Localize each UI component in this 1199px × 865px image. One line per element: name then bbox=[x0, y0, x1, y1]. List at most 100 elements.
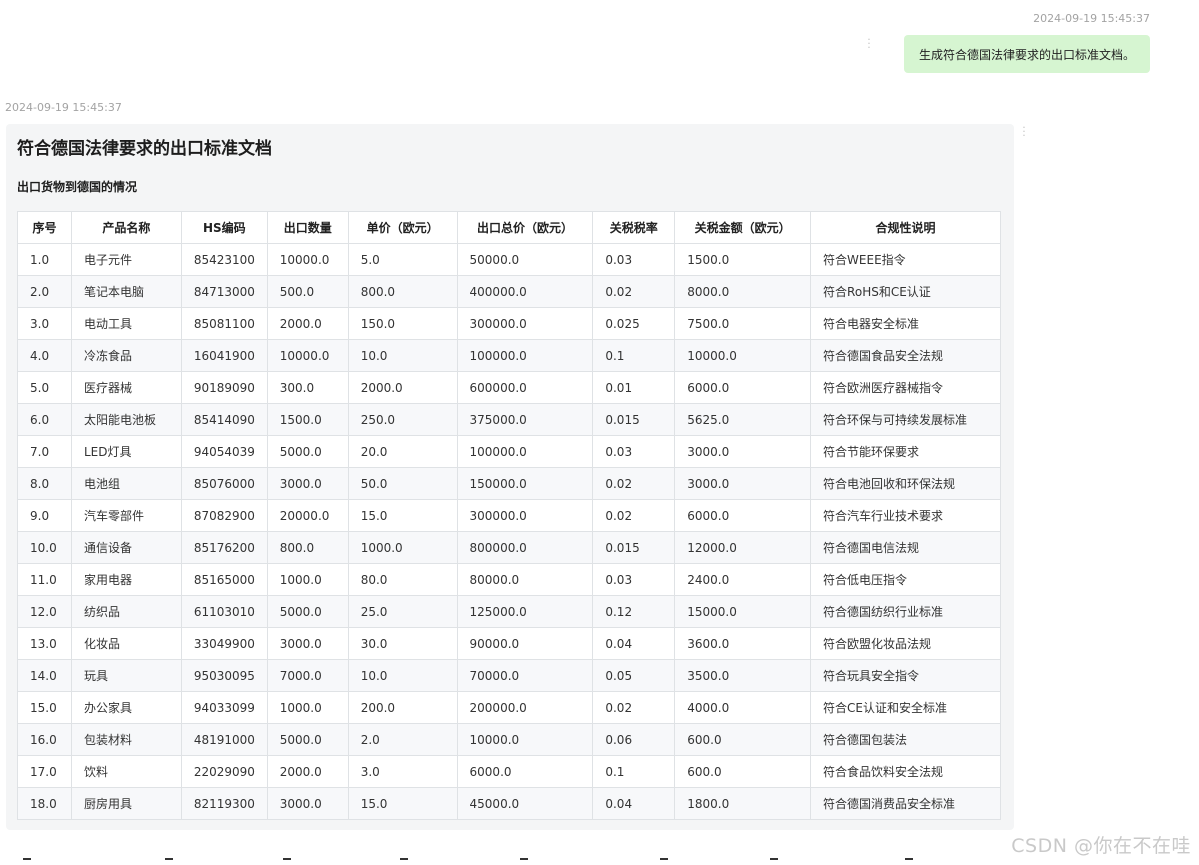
table-row: 4.0 冷冻食品 16041900 10000.0 10.0 100000.0 0.1 100… bbox=[17, 339, 1001, 372]
table-cell: 符合RoHS和CE认证 bbox=[810, 275, 1001, 308]
table-cell: 办公家具 bbox=[70, 691, 182, 724]
table-cell: 17.0 bbox=[17, 755, 72, 788]
bot-message-card: 符合德国法律要求的出口标准文档 出口货物到德国的情况 序号 产品名称 HS编码 出口数… bbox=[6, 124, 1014, 830]
table-cell: 5000.0 bbox=[266, 435, 349, 468]
table-cell: 3600.0 bbox=[674, 627, 812, 660]
table-row: 16.0 包装材料 48191000 5000.0 2.0 10000.0 0.06 600.… bbox=[17, 723, 1001, 756]
table-row: 18.0 厨房用具 82119300 3000.0 15.0 45000.0 0.04 180… bbox=[17, 787, 1001, 820]
table-cell: 82119300 bbox=[180, 787, 268, 820]
table-cell: 7500.0 bbox=[674, 307, 812, 340]
table-cell: 85165000 bbox=[180, 563, 268, 596]
section-title: 出口货物到德国的情况 bbox=[17, 180, 138, 194]
table-cell: 85081100 bbox=[180, 307, 268, 340]
divider bbox=[283, 858, 291, 860]
table-cell: 0.03 bbox=[592, 435, 676, 468]
table-cell: 符合低电压指令 bbox=[810, 563, 1001, 596]
table-cell: 0.1 bbox=[592, 339, 676, 372]
table-cell: 符合汽车行业技术要求 bbox=[810, 499, 1001, 532]
bot-message-timestamp: 2024-09-19 15:45:37 bbox=[5, 101, 122, 114]
table-cell: 通信设备 bbox=[70, 531, 182, 564]
table-cell: 3.0 bbox=[347, 755, 458, 788]
table-cell: 8.0 bbox=[17, 467, 72, 500]
table-cell: 16.0 bbox=[17, 723, 72, 756]
table-cell: 3000.0 bbox=[266, 787, 349, 820]
table-cell: 6000.0 bbox=[456, 755, 594, 788]
table-cell: 150000.0 bbox=[456, 467, 594, 500]
table-cell: 0.015 bbox=[592, 531, 676, 564]
table-cell: 7000.0 bbox=[266, 659, 349, 692]
table-cell: 符合电池回收和环保法规 bbox=[810, 467, 1001, 500]
table-cell: 符合欧盟化妆品法规 bbox=[810, 627, 1001, 660]
table-cell: 3000.0 bbox=[266, 627, 349, 660]
table-cell: 3.0 bbox=[17, 307, 72, 340]
table-cell: 包装材料 bbox=[70, 723, 182, 756]
table-cell: 12000.0 bbox=[674, 531, 812, 564]
column-header: 出口总价（欧元） bbox=[456, 211, 594, 244]
table-cell: 0.04 bbox=[592, 627, 676, 660]
table-cell: 85423100 bbox=[180, 243, 268, 276]
table-cell: 符合WEEE指令 bbox=[810, 243, 1001, 276]
more-options-icon[interactable]: · · · bbox=[1021, 122, 1027, 141]
table-cell: 5625.0 bbox=[674, 403, 812, 436]
table-cell: 125000.0 bbox=[456, 595, 594, 628]
table-cell: 0.02 bbox=[592, 467, 676, 500]
table-cell: 1500.0 bbox=[674, 243, 812, 276]
table-row: 6.0 太阳能电池板 85414090 1500.0 250.0 375000.0 0.01… bbox=[17, 403, 1001, 436]
table-cell: 0.02 bbox=[592, 499, 676, 532]
table-cell: 1000.0 bbox=[266, 691, 349, 724]
column-header: 关税税率 bbox=[592, 211, 676, 244]
table-cell: 15.0 bbox=[347, 787, 458, 820]
table-cell: 2400.0 bbox=[674, 563, 812, 596]
table-cell: 符合欧洲医疗器械指令 bbox=[810, 371, 1001, 404]
table-cell: 1500.0 bbox=[266, 403, 349, 436]
table-cell: 85414090 bbox=[180, 403, 268, 436]
table-cell: 0.12 bbox=[592, 595, 676, 628]
table-row: 3.0 电动工具 85081100 2000.0 150.0 300000.0 0.025 7… bbox=[17, 307, 1001, 340]
table-cell: 饮料 bbox=[70, 755, 182, 788]
table-cell: 22029090 bbox=[180, 755, 268, 788]
table-cell: 25.0 bbox=[347, 595, 458, 628]
table-cell: 200000.0 bbox=[456, 691, 594, 724]
table-cell: 600000.0 bbox=[456, 371, 594, 404]
table-cell: 3500.0 bbox=[674, 659, 812, 692]
table-cell: 14.0 bbox=[17, 659, 72, 692]
table-cell: 0.04 bbox=[592, 787, 676, 820]
divider bbox=[400, 858, 408, 860]
table-cell: 太阳能电池板 bbox=[70, 403, 182, 436]
table-cell: 10.0 bbox=[347, 659, 458, 692]
column-header: HS编码 bbox=[180, 211, 268, 244]
table-row: 2.0 笔记本电脑 84713000 500.0 800.0 400000.0 0.02 80… bbox=[17, 275, 1001, 308]
user-message-bubble: 生成符合德国法律要求的出口标准文档。 bbox=[903, 35, 1150, 73]
table-cell: 70000.0 bbox=[456, 659, 594, 692]
table-cell: 600.0 bbox=[674, 723, 812, 756]
table-cell: 0.02 bbox=[592, 275, 676, 308]
table-cell: 800.0 bbox=[266, 531, 349, 564]
user-message-timestamp: 2024-09-19 15:45:37 bbox=[1033, 12, 1150, 25]
table-cell: 5000.0 bbox=[266, 723, 349, 756]
column-header: 序号 bbox=[17, 211, 72, 244]
divider bbox=[660, 858, 668, 860]
more-options-icon[interactable]: · · · bbox=[866, 34, 872, 53]
table-cell: 61103010 bbox=[180, 595, 268, 628]
divider bbox=[770, 858, 778, 860]
table-body: 1.0 电子元件 85423100 10000.0 5.0 50000.0 0.03 1500… bbox=[17, 243, 1001, 820]
table-cell: 0.05 bbox=[592, 659, 676, 692]
table-cell: 3000.0 bbox=[674, 467, 812, 500]
table-cell: 10.0 bbox=[347, 339, 458, 372]
table-cell: 10000.0 bbox=[266, 339, 349, 372]
table-cell: 300.0 bbox=[266, 371, 349, 404]
table-cell: 15000.0 bbox=[674, 595, 812, 628]
table-cell: 0.06 bbox=[592, 723, 676, 756]
table-cell: 100000.0 bbox=[456, 339, 594, 372]
table-cell: 厨房用具 bbox=[70, 787, 182, 820]
table-cell: 80.0 bbox=[347, 563, 458, 596]
table-cell: 94054039 bbox=[180, 435, 268, 468]
table-cell: 符合德国电信法规 bbox=[810, 531, 1001, 564]
table-cell: 纺织品 bbox=[70, 595, 182, 628]
table-row: 14.0 玩具 95030095 7000.0 10.0 70000.0 0.05 3500.… bbox=[17, 659, 1001, 692]
table-cell: 玩具 bbox=[70, 659, 182, 692]
table-cell: 0.015 bbox=[592, 403, 676, 436]
table-cell: 375000.0 bbox=[456, 403, 594, 436]
table-cell: 医疗器械 bbox=[70, 371, 182, 404]
column-header: 单价（欧元） bbox=[347, 211, 458, 244]
